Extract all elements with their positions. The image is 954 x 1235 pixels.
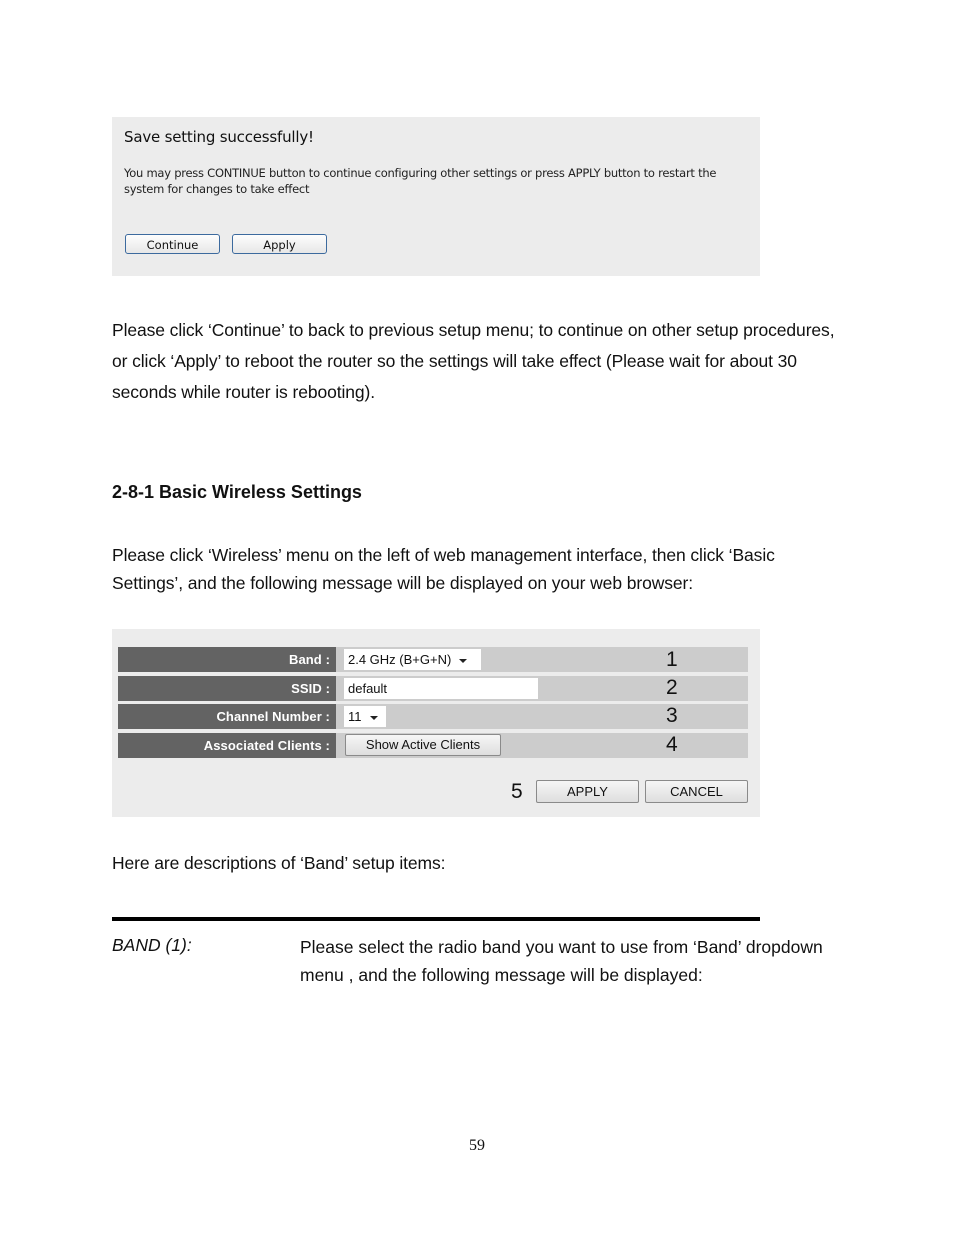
- band-term: BAND (1):: [112, 935, 192, 955]
- associated-clients-label: Associated Clients :: [118, 733, 336, 758]
- channel-row: Channel Number : 11 3: [118, 704, 748, 729]
- chevron-down-icon: [459, 658, 468, 663]
- callout-5: 5: [511, 780, 523, 803]
- callout-4: 4: [666, 733, 678, 756]
- channel-number-select[interactable]: 11: [344, 706, 386, 727]
- associated-clients-row: Associated Clients : Show Active Clients…: [118, 733, 748, 758]
- band-select[interactable]: 2.4 GHz (B+G+N): [344, 649, 481, 670]
- cancel-button[interactable]: CANCEL: [645, 780, 748, 803]
- band-label: Band :: [118, 647, 336, 672]
- show-active-clients-button[interactable]: Show Active Clients: [345, 734, 501, 756]
- chevron-down-icon: [369, 715, 378, 720]
- continue-button[interactable]: Continue: [125, 234, 220, 254]
- paragraph-wireless-intro: Please click ‘Wireless’ menu on the left…: [112, 545, 775, 593]
- save-settings-panel: Save setting successfully! You may press…: [112, 117, 760, 276]
- channel-number-label: Channel Number :: [118, 704, 336, 729]
- ssid-row: SSID : default 2: [118, 676, 748, 701]
- band-description: Please select the radio band you want to…: [300, 937, 823, 985]
- paragraph-continue-apply: Please click ‘Continue’ to back to previ…: [112, 320, 835, 402]
- section-heading: 2-8-1 Basic Wireless Settings: [112, 482, 362, 502]
- save-message: You may press CONTINUE button to continu…: [124, 166, 717, 196]
- save-title: Save setting successfully!: [124, 128, 314, 146]
- callout-3: 3: [666, 704, 678, 727]
- ssid-input-value: default: [348, 681, 388, 696]
- wireless-settings-panel: Band : 2.4 GHz (B+G+N) 1 SSID : default …: [112, 629, 760, 817]
- ssid-input[interactable]: default: [344, 678, 538, 699]
- callout-1: 1: [666, 648, 678, 671]
- band-select-value: 2.4 GHz (B+G+N): [348, 652, 452, 667]
- channel-number-value: 11: [348, 709, 362, 724]
- ssid-label: SSID :: [118, 676, 336, 701]
- callout-2: 2: [666, 676, 678, 699]
- apply-button[interactable]: Apply: [232, 234, 327, 254]
- horizontal-rule: [112, 917, 760, 921]
- apply-button[interactable]: APPLY: [536, 780, 639, 803]
- paragraph-band-descriptions: Here are descriptions of ‘Band’ setup it…: [112, 853, 446, 873]
- page-number: 59: [469, 1137, 485, 1154]
- band-row: Band : 2.4 GHz (B+G+N) 1: [118, 647, 748, 672]
